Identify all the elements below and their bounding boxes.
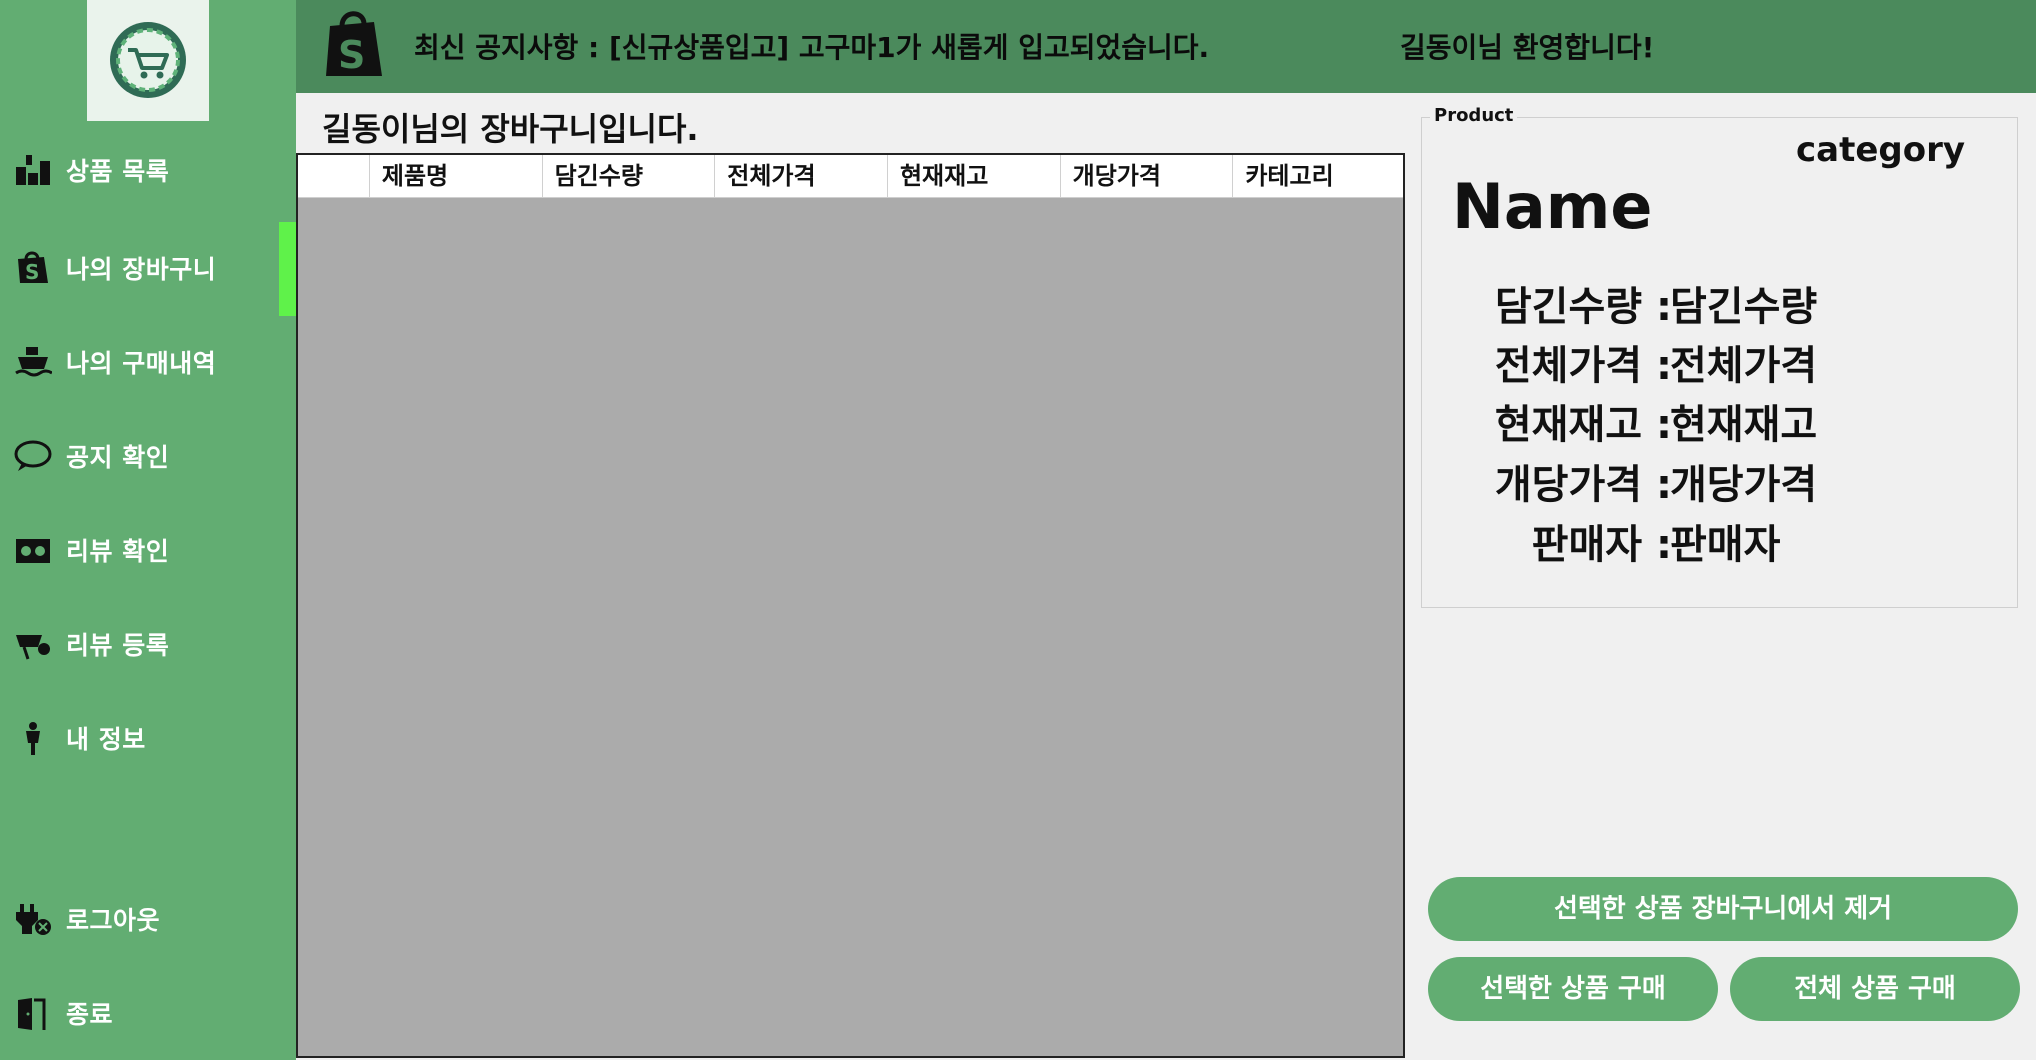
sidebar-item-label: 공지 확인	[66, 443, 170, 472]
cart-logo-icon	[110, 22, 186, 98]
column-header-product-name[interactable]: 제품명	[370, 155, 543, 197]
review-write-icon	[16, 635, 50, 660]
page-title: 길동이님의 장바구니입니다.	[322, 110, 699, 148]
sidebar-item-notice[interactable]: 공지 확인	[0, 426, 296, 486]
sidebar-item-product-list[interactable]: 상품 목록	[0, 140, 296, 200]
sidebar-item-purchase-history[interactable]: 나의 구매내역	[0, 332, 296, 392]
sidebar-item-label: 나의 장바구니	[66, 255, 217, 284]
table-header: 제품명 담긴수량 전체가격 현재재고 개당가격 카테고리	[298, 155, 1403, 198]
sidebar-item-label: 내 정보	[66, 725, 146, 754]
boxes-icon	[16, 155, 50, 185]
detail-row-total-price: 전체가격 : 전체가격	[1450, 333, 2010, 389]
active-indicator	[279, 222, 296, 316]
column-header-category[interactable]: 카테고리	[1233, 155, 1403, 197]
shopping-bag-icon: S	[326, 11, 382, 77]
sidebar-item-write-review[interactable]: 리뷰 등록	[0, 614, 296, 674]
detail-value: 전체가격	[1670, 343, 1818, 389]
detail-key: 판매자 :	[1531, 522, 1672, 568]
detail-value: 담긴수량	[1670, 284, 1818, 330]
detail-key: 담긴수량 :	[1494, 284, 1672, 330]
product-category: category	[1796, 130, 1966, 170]
shopping-bag-icon: S	[18, 251, 48, 284]
buy-all-button[interactable]: 전체 상품 구매	[1730, 957, 2020, 1021]
sidebar-item-label: 리뷰 등록	[66, 631, 170, 660]
cart-table[interactable]: 제품명 담긴수량 전체가격 현재재고 개당가격 카테고리	[296, 153, 1405, 1058]
svg-text:S: S	[338, 33, 365, 77]
column-header-index[interactable]	[298, 155, 370, 197]
ship-icon	[15, 347, 52, 377]
latest-notice-text: 최신 공지사항 : [신규상품입고] 고구마1가 새롭게 입고되었습니다.	[414, 31, 1210, 64]
sidebar-item-view-reviews[interactable]: 리뷰 확인	[0, 520, 296, 580]
sidebar-item-label: 리뷰 확인	[66, 537, 170, 566]
detail-key: 개당가격 :	[1494, 462, 1672, 508]
column-header-quantity[interactable]: 담긴수량	[543, 155, 716, 197]
speech-bubble-icon	[14, 440, 52, 471]
detail-row-unit-price: 개당가격 : 개당가격	[1450, 452, 2010, 508]
app-logo	[87, 0, 209, 121]
sidebar-item-label: 상품 목록	[66, 157, 170, 186]
top-header: S 최신 공지사항 : [신규상품입고] 고구마1가 새롭게 입고되었습니다. …	[296, 0, 2036, 93]
remove-selected-button[interactable]: 선택한 상품 장바구니에서 제거	[1428, 877, 2018, 941]
detail-row-quantity: 담긴수량 : 담긴수량	[1450, 274, 2010, 330]
sidebar: 상품 목록 S 나의 장바구니 나의 구매내역 공지 확인 리뷰 확인 리뷰 등…	[0, 0, 296, 1060]
column-header-stock[interactable]: 현재재고	[888, 155, 1061, 197]
detail-value: 판매자	[1670, 522, 1781, 568]
sidebar-item-exit[interactable]: 종료	[0, 983, 296, 1043]
product-panel-legend: Product	[1430, 105, 1518, 126]
plug-icon	[16, 904, 51, 935]
column-header-total-price[interactable]: 전체가격	[715, 155, 888, 197]
detail-key: 현재재고 :	[1494, 402, 1672, 448]
detail-key: 전체가격 :	[1494, 343, 1672, 389]
detail-row-stock: 현재재고 : 현재재고	[1450, 392, 2010, 448]
product-name: Name	[1452, 170, 1653, 243]
sidebar-item-label: 나의 구매내역	[66, 349, 217, 378]
sidebar-item-label: 로그아웃	[66, 906, 161, 935]
sidebar-item-my-cart[interactable]: S 나의 장바구니	[0, 238, 296, 298]
sidebar-item-my-info[interactable]: 내 정보	[0, 708, 296, 768]
column-header-unit-price[interactable]: 개당가격	[1061, 155, 1234, 197]
exit-door-icon	[18, 998, 46, 1030]
detail-row-seller: 판매자 : 판매자	[1450, 512, 2010, 568]
review-icon	[16, 539, 50, 563]
detail-value: 개당가격	[1670, 462, 1818, 508]
welcome-text: 길동이님 환영합니다!	[1400, 31, 1655, 64]
buy-selected-button[interactable]: 선택한 상품 구매	[1428, 957, 1718, 1021]
person-icon	[26, 722, 40, 755]
detail-value: 현재재고	[1670, 402, 1818, 448]
svg-text:S: S	[25, 260, 39, 284]
sidebar-item-logout[interactable]: 로그아웃	[0, 889, 296, 949]
sidebar-item-label: 종료	[66, 1000, 114, 1029]
